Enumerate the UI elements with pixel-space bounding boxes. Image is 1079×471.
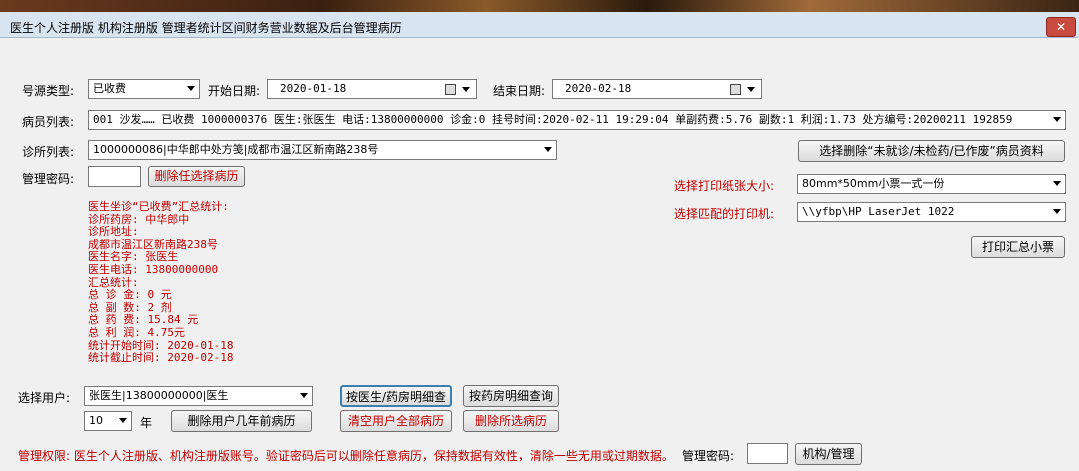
patient-list-select[interactable]: 001 沙发…… 已收费 1000000376 医生:张医生 电话:138000… xyxy=(88,110,1066,130)
chevron-down-icon xyxy=(187,86,195,91)
chevron-down-icon xyxy=(747,87,755,92)
footer-password-label: 管理密码: xyxy=(682,449,735,463)
delete-unvisited-button[interactable]: 选择删除“未就诊/未检药/已作废”病员资料 xyxy=(798,140,1065,162)
user-label: 选择用户: xyxy=(18,391,71,405)
source-type-label: 号源类型: xyxy=(22,84,75,98)
summary-statistics: 医生坐诊“已收费”汇总统计: 诊所药房: 中华郎中 诊所地址: 成都市温江区新南路23… xyxy=(88,200,234,365)
calendar-icon[interactable] xyxy=(445,84,456,95)
clinic-list-select[interactable]: 1000000086|中华郎中处方笺|成都市温江区新南路238号 xyxy=(88,140,557,160)
clear-all-button[interactable]: 清空用户全部病历 xyxy=(340,410,452,432)
footer-note: 管理权限: 医生个人注册版、机构注册版账号。验证密码后可以删除任意病历，保持数据… xyxy=(18,449,674,463)
pharmacy-detail-button[interactable]: 按药房明细查询 xyxy=(463,385,559,407)
patient-list-label: 病员列表: xyxy=(22,115,75,129)
printer-select[interactable]: \\yfbp\HP LaserJet 1022 xyxy=(797,202,1066,222)
summary-line: 统计截止时间: 2020-02-18 xyxy=(88,351,234,365)
paper-size-select[interactable]: 80mm*50mm小票一式一份 xyxy=(797,174,1066,194)
chevron-down-icon xyxy=(119,418,127,423)
clinic-list-value: 1000000086|中华郎中处方笺|成都市温江区新南路238号 xyxy=(93,143,379,156)
admin-password-label: 管理密码: xyxy=(22,172,75,186)
source-type-value: 已收费 xyxy=(93,82,126,95)
chevron-down-icon xyxy=(544,147,552,152)
start-date-picker[interactable]: 2020-01-18 xyxy=(267,79,477,99)
chevron-down-icon xyxy=(1053,117,1061,122)
summary-line: 医生坐诊“已收费”汇总统计: xyxy=(88,200,229,213)
calendar-icon[interactable] xyxy=(730,84,741,95)
chevron-down-icon xyxy=(1053,209,1061,214)
summary-line: 总 诊 金: 0 元 xyxy=(88,288,172,302)
admin-password-input[interactable] xyxy=(88,166,141,187)
chevron-down-icon xyxy=(300,393,308,398)
printer-label: 选择匹配的打印机: xyxy=(674,207,775,221)
org-admin-button[interactable]: 机构/管理 xyxy=(795,443,862,465)
years-unit-label: 年 xyxy=(140,416,153,430)
source-type-select[interactable]: 已收费 xyxy=(88,79,200,99)
patient-list-value: 001 沙发…… 已收费 1000000376 医生:张医生 电话:138000… xyxy=(93,113,1013,126)
summary-line: 诊所地址: xyxy=(88,225,139,239)
user-value: 张医生|13800000000|医生 xyxy=(89,389,229,402)
printer-value: \\yfbp\HP LaserJet 1022 xyxy=(802,205,955,218)
delete-selected-button[interactable]: 删除所选病历 xyxy=(463,410,559,432)
close-button[interactable]: ✕ xyxy=(1046,17,1076,37)
years-select[interactable]: 10 xyxy=(84,411,132,431)
end-date-label: 结束日期: xyxy=(493,84,546,98)
user-select[interactable]: 张医生|13800000000|医生 xyxy=(84,386,313,406)
delete-any-button[interactable]: 删除任选择病历 xyxy=(148,166,245,187)
paper-size-label: 选择打印纸张大小: xyxy=(674,179,775,193)
chevron-down-icon xyxy=(1053,181,1061,186)
window-title: 医生个人注册版 机构注册版 管理者统计区间财务营业数据及后台管理病历 xyxy=(10,21,402,35)
summary-line: 医生电话: 13800000000 xyxy=(88,262,219,276)
start-date-value: 2020-01-18 xyxy=(280,82,347,95)
print-summary-button[interactable]: 打印汇总小票 xyxy=(971,236,1065,258)
paper-size-value: 80mm*50mm小票一式一份 xyxy=(802,177,945,190)
years-value: 10 xyxy=(89,414,103,427)
chevron-down-icon xyxy=(462,87,470,92)
doctor-pharmacy-detail-button[interactable]: 按医生/药房明细查 xyxy=(340,385,452,407)
start-date-label: 开始日期: xyxy=(208,84,261,98)
end-date-picker[interactable]: 2020-02-18 xyxy=(552,79,762,99)
delete-years-ago-button[interactable]: 删除用户几年前病历 xyxy=(171,410,312,432)
clinic-list-label: 诊所列表: xyxy=(22,145,75,159)
title-bar-background-image xyxy=(0,0,1079,12)
end-date-value: 2020-02-18 xyxy=(565,82,632,95)
footer-password-input[interactable] xyxy=(747,443,788,464)
summary-line: 总 利 润: 4.75元 xyxy=(88,325,185,339)
